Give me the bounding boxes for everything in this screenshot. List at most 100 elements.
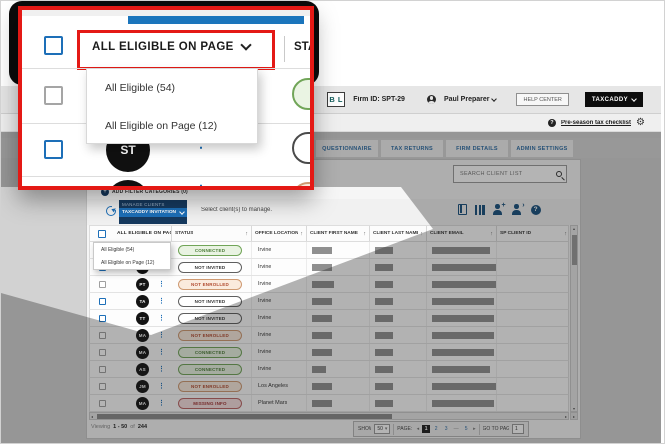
kebab-menu-icon[interactable]: ⋮ <box>158 315 165 322</box>
scroll-down-icon[interactable]: ▾ <box>573 406 575 411</box>
row-checkbox[interactable] <box>44 186 63 190</box>
redacted-email <box>432 298 494 305</box>
kebab-menu-icon[interactable]: ⋮ <box>158 332 165 339</box>
invite-client-icon[interactable]: › <box>512 204 523 215</box>
select-scope-toggle[interactable]: ALL ELIGIBLE ON PAGE <box>92 41 250 53</box>
table-row: JM⋮NOT ENROLLEDLos Angeles <box>89 378 569 395</box>
user-menu[interactable]: Paul Preparer <box>444 96 497 103</box>
column-header-client-email[interactable]: CLIENT EMAIL↑ <box>427 226 497 241</box>
horizontal-scrollbar[interactable]: ◂ ▸ <box>89 412 569 420</box>
sort-arrow-icon: ↑ <box>300 231 303 237</box>
vertical-scroll-thumb[interactable] <box>572 235 577 265</box>
avatar: PT <box>106 180 150 190</box>
vertical-scrollbar[interactable]: ▴ ▾ <box>570 225 578 412</box>
column-header-office-location[interactable]: OFFICE LOCATION↑ <box>252 226 307 241</box>
column-header-sp-client-id[interactable]: SP CLIENT ID↑ <box>497 226 570 241</box>
select-scope-toggle[interactable]: ALL ELIGIBLE ON PAGE <box>117 231 172 236</box>
dropdown-group-label: MANAGE CLIENTS <box>122 202 184 207</box>
divider <box>393 424 394 435</box>
redacted-first-name <box>312 332 332 339</box>
row-checkbox[interactable] <box>99 281 106 288</box>
status-badge: CONNECTED <box>178 364 242 375</box>
column-divider <box>284 36 285 62</box>
search-box[interactable] <box>453 165 567 183</box>
row-checkbox[interactable] <box>99 298 106 305</box>
pre-season-checklist-link[interactable]: Pre-season tax checklist <box>561 120 631 126</box>
row-checkbox[interactable] <box>99 332 106 339</box>
table-row: TT⋮NOT INVITEDIrvine <box>89 310 569 327</box>
status-badge: NOT INVITED <box>178 262 242 273</box>
page-button-1[interactable]: 1 <box>422 425 430 433</box>
redacted-first-name <box>312 281 334 288</box>
kebab-menu-icon[interactable]: ⋮ <box>158 400 165 407</box>
redacted-first-name <box>312 366 326 373</box>
horizontal-scroll-thumb[interactable] <box>97 414 392 419</box>
page-button-5[interactable]: 5 <box>462 425 470 433</box>
column-header-client-first-name[interactable]: CLIENT FIRST NAME↑ <box>307 226 370 241</box>
chevron-down-icon <box>492 96 498 102</box>
column-chooser-icon[interactable] <box>475 205 485 215</box>
gear-icon[interactable]: ⚙ <box>636 118 645 128</box>
menu-item-all-eligible-54-[interactable]: All Eligible (54) <box>94 243 170 256</box>
row-checkbox[interactable] <box>99 383 106 390</box>
redacted-email <box>432 366 490 373</box>
tab-tax-returns[interactable]: TAX RETURNS <box>381 140 443 157</box>
row-checkbox[interactable] <box>99 366 106 373</box>
row-checkbox[interactable] <box>44 86 63 105</box>
column-header-client-last-name[interactable]: CLIENT LAST NAME↑ <box>370 226 427 241</box>
of-label: of <box>130 424 135 430</box>
redacted-last-name <box>375 332 393 339</box>
scroll-right-icon[interactable]: ▸ <box>565 414 567 419</box>
manage-clients-dropdown[interactable]: MANAGE CLIENTS TAXCADDY INVITATION <box>119 200 187 224</box>
add-client-icon[interactable]: + <box>493 204 504 215</box>
menu-item-all-eligible-54-[interactable]: All Eligible (54) <box>87 69 257 107</box>
scroll-up-icon[interactable]: ▴ <box>573 226 575 231</box>
search-input[interactable] <box>458 170 556 178</box>
tab-firm-details[interactable]: FIRM DETAILS <box>446 140 508 157</box>
row-checkbox[interactable] <box>99 400 106 407</box>
refresh-icon[interactable] <box>106 206 116 216</box>
redacted-last-name <box>375 281 393 288</box>
page-button-3[interactable]: 3 <box>442 425 450 433</box>
select-scope-menu: All Eligible (54)All Eligible on Page (1… <box>93 242 171 270</box>
kebab-menu-icon[interactable]: ⋮ <box>158 298 165 305</box>
help-center-button[interactable]: HELP CENTER <box>516 93 568 106</box>
kebab-menu-icon[interactable]: ⋮ <box>158 366 165 373</box>
tab-admin-settings[interactable]: ADMIN SETTINGS <box>511 140 573 157</box>
office-location: Irvine <box>252 281 271 287</box>
page-button-2[interactable]: 2 <box>432 425 440 433</box>
kebab-menu-icon[interactable]: ⋮ <box>158 349 165 356</box>
taxcaddy-menu-button[interactable]: TAXCADDY <box>585 92 643 107</box>
row-checkbox[interactable] <box>44 140 63 159</box>
page-size-select[interactable]: 50 ▾ <box>374 424 390 434</box>
menu-item-all-eligible-on-page-12-[interactable]: All Eligible on Page (12) <box>87 107 257 145</box>
menu-item-all-eligible-on-page-12-[interactable]: All Eligible on Page (12) <box>94 256 170 269</box>
page-label: PAGE: 1 <box>397 426 413 432</box>
select-all-checkbox[interactable] <box>98 230 106 238</box>
help-icon[interactable]: ? <box>531 205 541 215</box>
redacted-last-name <box>375 247 393 254</box>
select-all-checkbox[interactable] <box>44 36 63 55</box>
scroll-left-icon[interactable]: ◂ <box>91 414 93 419</box>
row-checkbox[interactable] <box>99 315 106 322</box>
office-location: Irvine <box>252 315 271 321</box>
prev-page-icon[interactable]: ◂ <box>417 426 420 432</box>
firm-id-label: Firm ID: SPT-29 <box>353 96 405 103</box>
column-header-status[interactable]: STATUS↑ <box>172 226 252 241</box>
row-checkbox[interactable] <box>99 349 106 356</box>
table-row: MA⋮NOT ENROLLEDIrvine <box>89 327 569 344</box>
kebab-menu-icon[interactable]: ⋮ <box>158 281 165 288</box>
viewing-label: Viewing <box>91 424 110 430</box>
kebab-menu-icon[interactable]: ⋮ <box>158 383 165 390</box>
dropdown-selected-option: TAXCADDY INVITATION <box>122 210 176 215</box>
firm-logo: B L <box>327 92 345 107</box>
tab-questionnaire[interactable]: QUESTIONNAIRE <box>316 140 378 157</box>
toolbar-hint: Select client(s) to manage. <box>201 207 272 213</box>
kebab-menu-icon[interactable]: ⋮ <box>194 184 208 190</box>
next-page-icon[interactable]: ▸ <box>473 426 476 432</box>
export-book-icon[interactable] <box>458 204 467 215</box>
office-location: Irvine <box>252 264 271 270</box>
table-row: MA⋮CONNECTEDIrvine <box>89 344 569 361</box>
avatar: JM <box>136 380 149 393</box>
goto-page-input[interactable] <box>512 424 524 434</box>
